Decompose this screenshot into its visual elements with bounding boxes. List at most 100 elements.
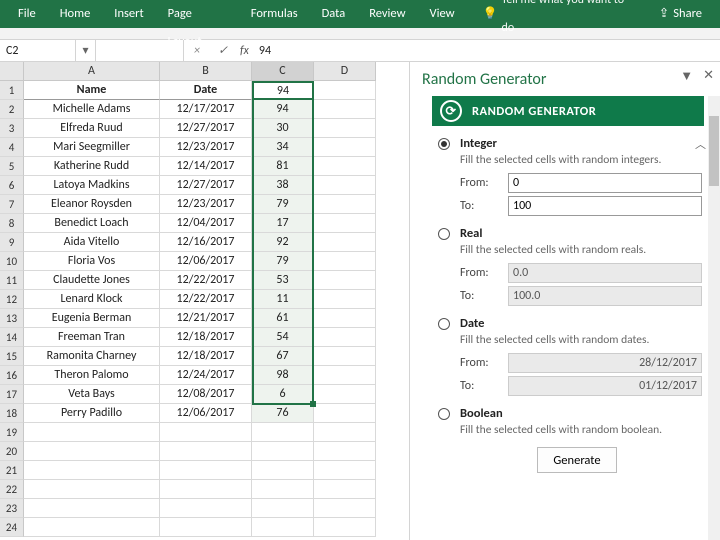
cell-C20[interactable] bbox=[252, 442, 314, 461]
cell-B12[interactable]: 12/22/2017 bbox=[160, 290, 252, 309]
cell-C8[interactable]: 17 bbox=[252, 214, 314, 233]
cell-C2[interactable]: 94 bbox=[252, 100, 314, 119]
name-box-dropdown[interactable]: ▾ bbox=[76, 40, 96, 61]
col-header-C[interactable]: C bbox=[252, 62, 314, 81]
row-header-6[interactable]: 6 bbox=[0, 176, 24, 195]
col-header-D[interactable]: D bbox=[314, 62, 376, 81]
cell-C21[interactable] bbox=[252, 461, 314, 480]
tab-file[interactable]: File bbox=[6, 0, 48, 28]
row-header-18[interactable]: 18 bbox=[0, 404, 24, 423]
tell-me-search[interactable]: 💡 Tell me what you want to do bbox=[471, 0, 647, 28]
tab-home[interactable]: Home bbox=[48, 0, 103, 28]
worksheet[interactable]: ABCD1NameDateScore2Michelle Adams12/17/2… bbox=[0, 62, 410, 540]
cell-D8[interactable] bbox=[314, 214, 376, 233]
row-header-2[interactable]: 2 bbox=[0, 100, 24, 119]
integer-from-input[interactable] bbox=[508, 173, 702, 193]
cell-B20[interactable] bbox=[160, 442, 252, 461]
collapse-up-icon[interactable]: ︿ bbox=[695, 136, 706, 152]
cell-C5[interactable]: 81 bbox=[252, 157, 314, 176]
formula-input[interactable]: 94 bbox=[253, 40, 720, 61]
real-from-input[interactable] bbox=[508, 263, 702, 283]
row-header-1[interactable]: 1 bbox=[0, 81, 24, 100]
cell-A18[interactable]: Perry Padillo bbox=[24, 404, 160, 423]
tab-formulas[interactable]: Formulas bbox=[239, 0, 310, 28]
cell-D21[interactable] bbox=[314, 461, 376, 480]
row-header-23[interactable]: 23 bbox=[0, 499, 24, 518]
cell-D18[interactable] bbox=[314, 404, 376, 423]
cell-B5[interactable]: 12/14/2017 bbox=[160, 157, 252, 176]
cell-A20[interactable] bbox=[24, 442, 160, 461]
fx-icon[interactable]: fx bbox=[236, 44, 253, 58]
real-to-input[interactable] bbox=[508, 286, 702, 306]
pane-scrollbar[interactable] bbox=[708, 96, 720, 540]
row-header-9[interactable]: 9 bbox=[0, 233, 24, 252]
cell-A8[interactable]: Benedict Loach bbox=[24, 214, 160, 233]
scroll-thumb[interactable] bbox=[709, 116, 719, 186]
col-header-B[interactable]: B bbox=[160, 62, 252, 81]
tab-page-layout[interactable]: Page Layout bbox=[156, 0, 239, 28]
cell-C9[interactable]: 92 bbox=[252, 233, 314, 252]
row-header-17[interactable]: 17 bbox=[0, 385, 24, 404]
col-header-A[interactable]: A bbox=[24, 62, 160, 81]
cell-B2[interactable]: 12/17/2017 bbox=[160, 100, 252, 119]
cell-D10[interactable] bbox=[314, 252, 376, 271]
cell-D11[interactable] bbox=[314, 271, 376, 290]
cell-A9[interactable]: Aida Vitello bbox=[24, 233, 160, 252]
cell-C22[interactable] bbox=[252, 480, 314, 499]
cell-B8[interactable]: 12/04/2017 bbox=[160, 214, 252, 233]
cell-C19[interactable] bbox=[252, 423, 314, 442]
date-from-input[interactable] bbox=[508, 353, 702, 373]
cell-C23[interactable] bbox=[252, 499, 314, 518]
cell-A12[interactable]: Lenard Klock bbox=[24, 290, 160, 309]
cell-A5[interactable]: Katherine Rudd bbox=[24, 157, 160, 176]
cell-D1[interactable] bbox=[314, 81, 376, 100]
cell-D17[interactable] bbox=[314, 385, 376, 404]
row-header-11[interactable]: 11 bbox=[0, 271, 24, 290]
cell-A16[interactable]: Theron Palomo bbox=[24, 366, 160, 385]
radio-real[interactable] bbox=[438, 228, 450, 240]
tab-review[interactable]: Review bbox=[357, 0, 417, 28]
select-all-corner[interactable] bbox=[0, 62, 24, 81]
cell-C16[interactable]: 98 bbox=[252, 366, 314, 385]
cell-D6[interactable] bbox=[314, 176, 376, 195]
row-header-8[interactable]: 8 bbox=[0, 214, 24, 233]
cell-B18[interactable]: 12/06/2017 bbox=[160, 404, 252, 423]
cell-D12[interactable] bbox=[314, 290, 376, 309]
cell-C15[interactable]: 67 bbox=[252, 347, 314, 366]
cell-A11[interactable]: Claudette Jones bbox=[24, 271, 160, 290]
cell-D3[interactable] bbox=[314, 119, 376, 138]
cell-B16[interactable]: 12/24/2017 bbox=[160, 366, 252, 385]
tab-view[interactable]: View bbox=[418, 0, 467, 28]
cell-A3[interactable]: Elfreda Ruud bbox=[24, 119, 160, 138]
cell-B7[interactable]: 12/23/2017 bbox=[160, 195, 252, 214]
row-header-24[interactable]: 24 bbox=[0, 518, 24, 537]
radio-boolean[interactable] bbox=[438, 408, 450, 420]
cell-C7[interactable]: 79 bbox=[252, 195, 314, 214]
cell-B22[interactable] bbox=[160, 480, 252, 499]
cell-A2[interactable]: Michelle Adams bbox=[24, 100, 160, 119]
pane-close-icon[interactable]: ✕ bbox=[703, 68, 714, 84]
row-header-16[interactable]: 16 bbox=[0, 366, 24, 385]
date-to-input[interactable] bbox=[508, 376, 702, 396]
cell-C18[interactable]: 76 bbox=[252, 404, 314, 423]
cell-B17[interactable]: 12/08/2017 bbox=[160, 385, 252, 404]
cell-C17[interactable]: 6 bbox=[252, 385, 314, 404]
cell-B4[interactable]: 12/23/2017 bbox=[160, 138, 252, 157]
cell-C13[interactable]: 61 bbox=[252, 309, 314, 328]
row-header-5[interactable]: 5 bbox=[0, 157, 24, 176]
radio-integer[interactable] bbox=[438, 138, 450, 150]
cell-A10[interactable]: Floria Vos bbox=[24, 252, 160, 271]
cell-A24[interactable] bbox=[24, 518, 160, 537]
cell-header-name[interactable]: Name bbox=[24, 81, 160, 100]
cell-D7[interactable] bbox=[314, 195, 376, 214]
cell-B11[interactable]: 12/22/2017 bbox=[160, 271, 252, 290]
cell-A4[interactable]: Mari Seegmiller bbox=[24, 138, 160, 157]
cell-B24[interactable] bbox=[160, 518, 252, 537]
cell-A17[interactable]: Veta Bays bbox=[24, 385, 160, 404]
cell-C4[interactable]: 34 bbox=[252, 138, 314, 157]
cell-B3[interactable]: 12/27/2017 bbox=[160, 119, 252, 138]
cell-D4[interactable] bbox=[314, 138, 376, 157]
cell-B21[interactable] bbox=[160, 461, 252, 480]
active-cell[interactable]: 94 bbox=[252, 81, 314, 100]
cell-C3[interactable]: 30 bbox=[252, 119, 314, 138]
